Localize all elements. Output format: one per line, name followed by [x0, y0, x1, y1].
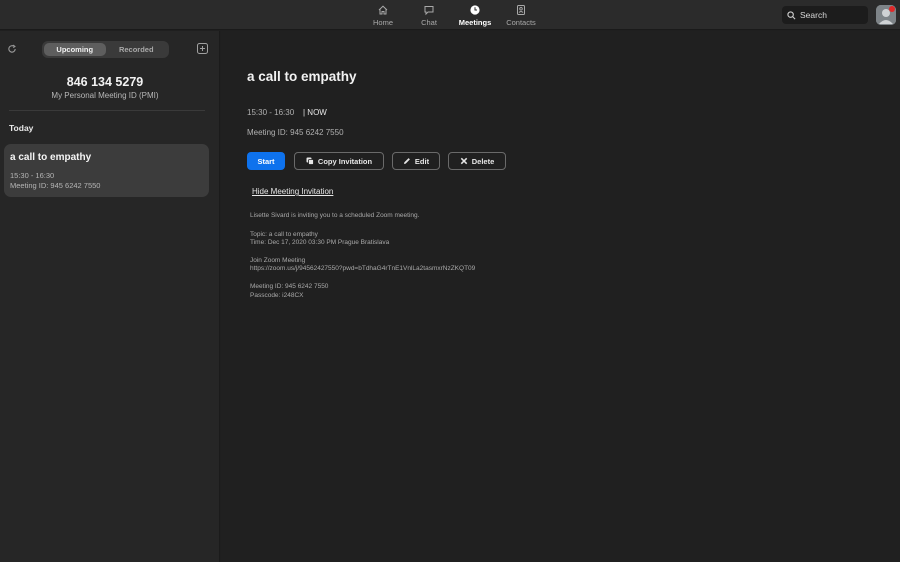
nav-home[interactable]: Home — [360, 0, 406, 30]
contacts-icon — [517, 5, 525, 15]
meeting-item-title: a call to empathy — [10, 152, 92, 163]
start-button-label: Start — [257, 156, 275, 166]
meeting-title: a call to empathy — [247, 69, 357, 84]
meetings-sidebar: Upcoming Recorded 846 134 5279 My Person… — [0, 31, 220, 562]
nav-chat[interactable]: Chat — [406, 0, 452, 30]
copy-invitation-button[interactable]: Copy Invitation — [294, 152, 384, 170]
search-label: Search — [800, 10, 827, 20]
divider — [9, 110, 205, 111]
start-button[interactable]: Start — [247, 152, 285, 170]
invitation-line: Lisette Sivard is inviting you to a sche… — [250, 212, 420, 219]
tab-recorded[interactable]: Recorded — [106, 43, 168, 56]
hide-invitation-link[interactable]: Hide Meeting Invitation — [252, 187, 333, 196]
meeting-item-id: Meeting ID: 945 6242 7550 — [10, 181, 101, 190]
search-box[interactable]: Search — [782, 6, 868, 24]
top-bar: Home Chat Meetings Contacts Search — [0, 0, 900, 30]
meeting-time: 15:30 - 16:30 — [247, 108, 295, 117]
invitation-line: Time: Dec 17, 2020 03:30 PM Prague Brati… — [250, 239, 390, 246]
nav-contacts-label: Contacts — [506, 18, 536, 27]
invitation-line: Meeting ID: 945 6242 7550 — [250, 283, 329, 290]
copy-icon — [306, 157, 314, 165]
nav-meetings[interactable]: Meetings — [452, 0, 498, 30]
chat-icon — [424, 6, 434, 16]
meeting-status: | NOW — [303, 108, 327, 117]
nav-contacts[interactable]: Contacts — [498, 0, 544, 30]
home-icon — [378, 5, 388, 15]
pmi-label: My Personal Meeting ID (PMI) — [51, 91, 159, 100]
meeting-item-time: 15:30 - 16:30 — [10, 171, 55, 180]
copy-invitation-label: Copy Invitation — [317, 156, 373, 166]
clock-icon — [470, 5, 480, 15]
section-heading-today: Today — [9, 123, 34, 133]
delete-label: Delete — [471, 156, 495, 166]
meeting-list-item[interactable]: a call to empathy 15:30 - 16:30 Meeting … — [4, 144, 209, 197]
avatar[interactable] — [876, 5, 896, 25]
meetings-tab-switcher: Upcoming Recorded — [42, 41, 169, 58]
nav-home-label: Home — [372, 18, 393, 27]
edit-button[interactable]: Edit — [392, 152, 440, 170]
invitation-line: Topic: a call to empathy — [250, 231, 318, 238]
delete-button[interactable]: Delete — [448, 152, 506, 170]
notification-badge — [889, 6, 895, 12]
search-icon — [787, 10, 796, 19]
nav-chat-label: Chat — [421, 18, 437, 27]
tab-upcoming[interactable]: Upcoming — [44, 43, 106, 56]
invitation-line: Join Zoom Meeting — [250, 257, 306, 264]
nav-meetings-label: Meetings — [458, 18, 492, 27]
add-meeting-icon[interactable] — [197, 43, 208, 54]
meeting-detail-panel: a call to empathy 15:30 - 16:30 | NOW Me… — [221, 31, 900, 562]
pencil-icon — [403, 158, 410, 164]
refresh-icon[interactable] — [7, 44, 17, 54]
edit-label: Edit — [414, 156, 430, 166]
meeting-id: Meeting ID: 945 6242 7550 — [247, 128, 344, 137]
invitation-line[interactable]: https://zoom.us/j/94562427550?pwd=bTdhaG… — [250, 265, 475, 272]
close-icon — [460, 157, 467, 165]
main-nav: Home Chat Meetings Contacts — [360, 0, 544, 30]
invitation-line: Passcode: i248CX — [250, 292, 304, 299]
pmi-number: 846 134 5279 — [66, 75, 144, 89]
